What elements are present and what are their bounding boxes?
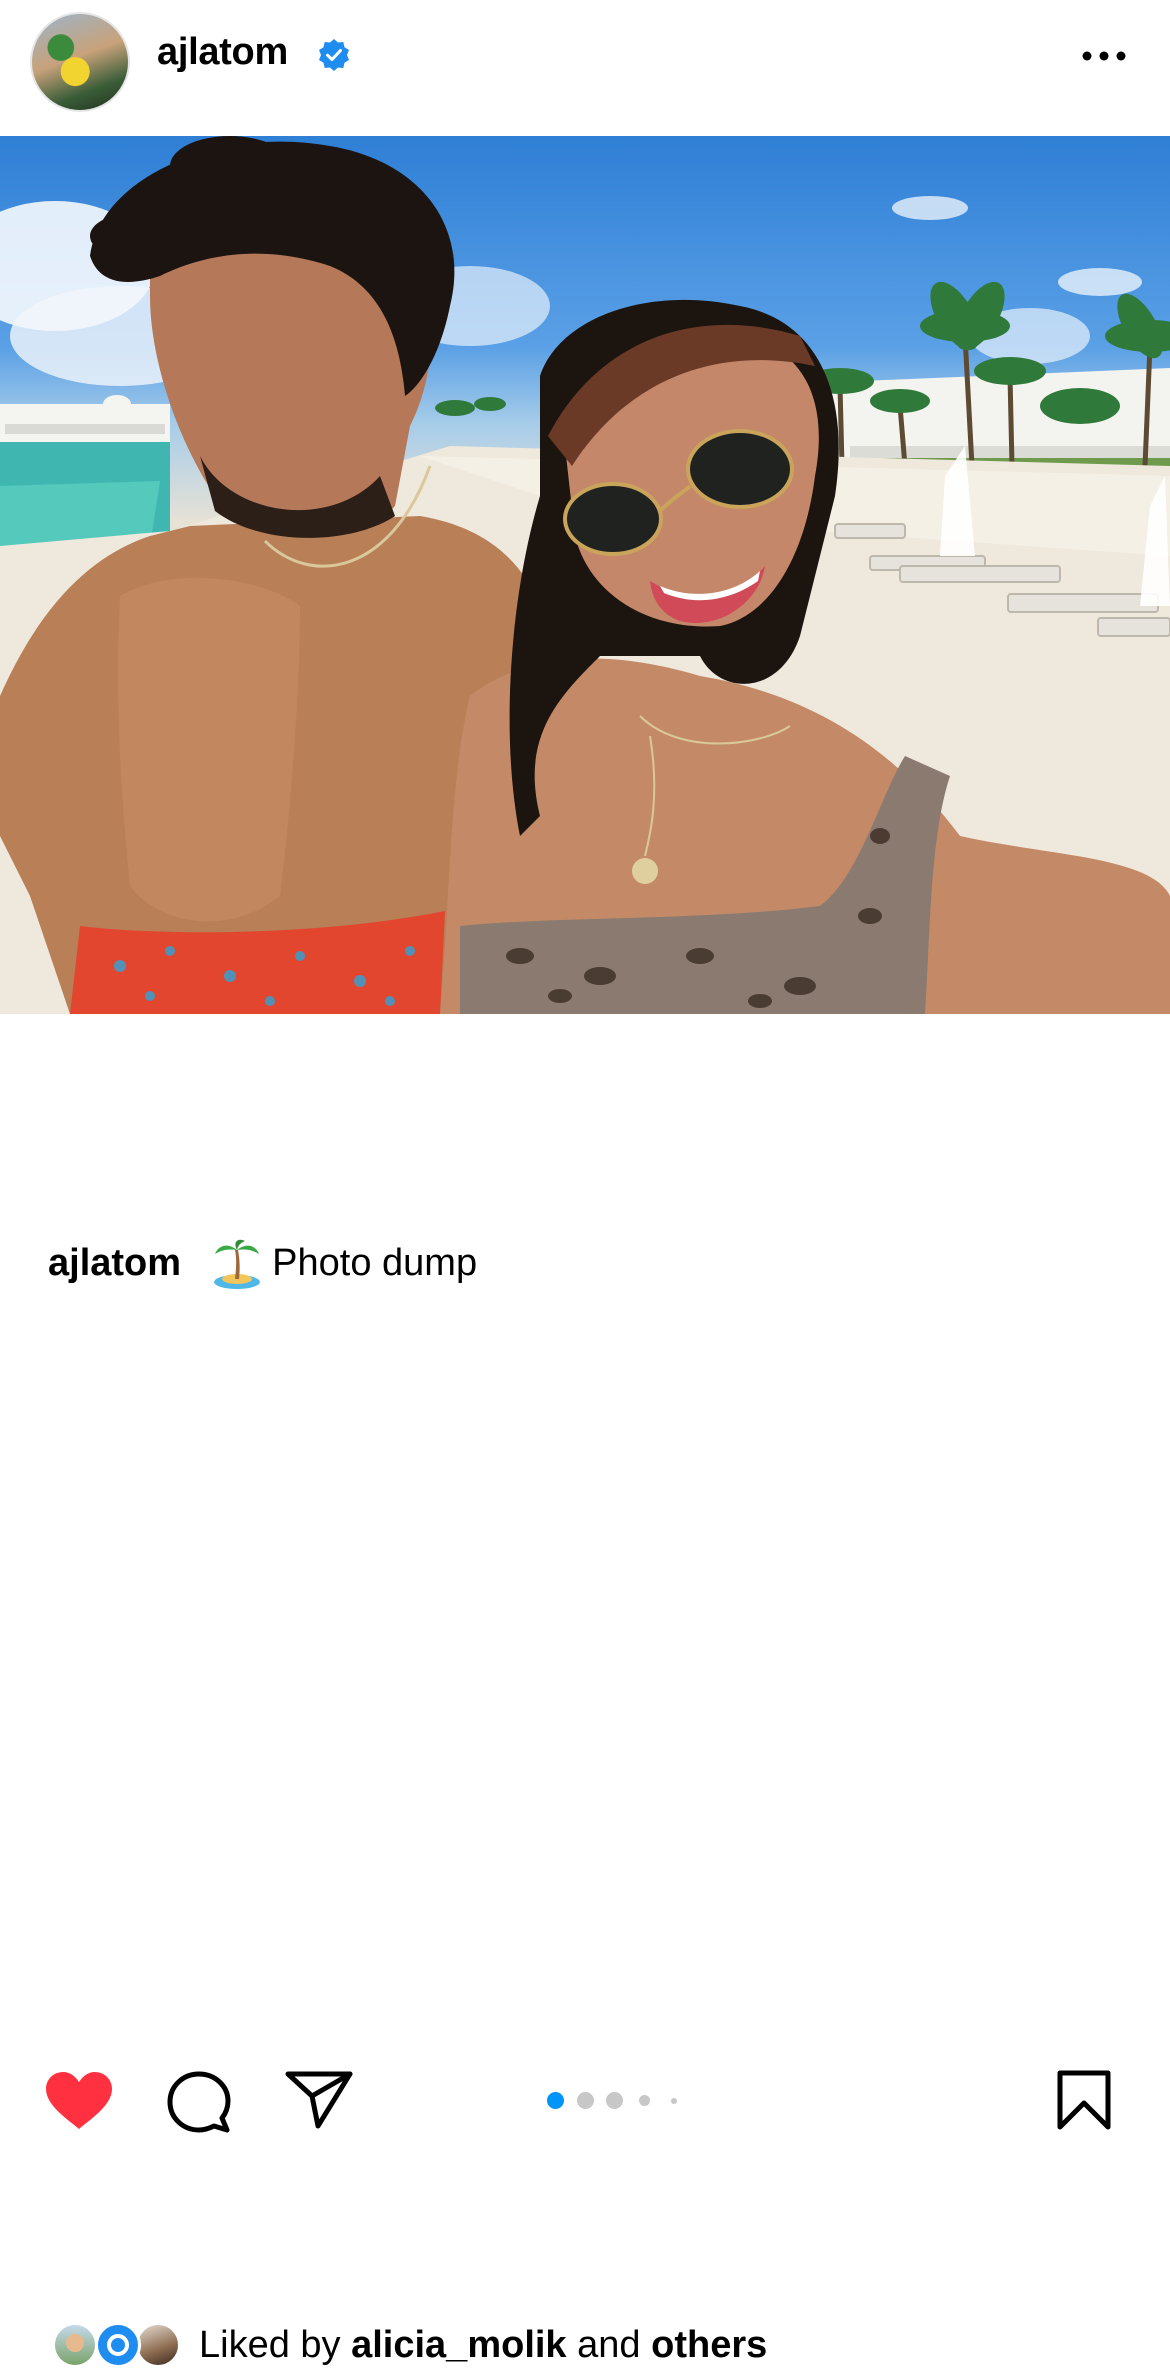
- like-heart-icon[interactable]: [44, 2071, 114, 2131]
- carousel-dot: [671, 2098, 677, 2104]
- more-options-icon[interactable]: [1081, 50, 1127, 62]
- liker-avatar: [135, 2322, 181, 2368]
- liker-username[interactable]: alicia_molik: [351, 2324, 566, 2366]
- comment-bubble-icon[interactable]: [166, 2071, 232, 2133]
- likes-joiner: and: [577, 2324, 641, 2366]
- post-photo[interactable]: [0, 136, 1170, 1014]
- carousel-indicator: [545, 2090, 685, 2110]
- beach-selfie-illustration: [0, 136, 1170, 1014]
- likes-row[interactable]: Liked by alicia_molik and others: [0, 1158, 1170, 2368]
- liker-avatar: [52, 2322, 98, 2368]
- save-bookmark-icon[interactable]: [1055, 2069, 1113, 2131]
- share-paper-plane-icon[interactable]: [284, 2068, 354, 2130]
- post-header: ajlatom: [0, 0, 1170, 136]
- verified-badge-icon: [319, 39, 349, 71]
- user-avatar[interactable]: [30, 12, 130, 112]
- carousel-dot: [639, 2095, 650, 2106]
- caption-text: Photo dump: [272, 1242, 478, 1284]
- carousel-dot: [606, 2092, 623, 2109]
- carousel-dot: [577, 2092, 594, 2109]
- liker-avatar: [95, 2322, 141, 2368]
- palm-island-emoji-icon: [214, 1239, 260, 1289]
- post-username[interactable]: ajlatom: [157, 31, 288, 74]
- liker-logo-icon: [107, 2334, 129, 2356]
- likes-prefix: Liked by: [199, 2324, 341, 2366]
- likes-summary: Liked by alicia_molik and others: [199, 2324, 767, 2367]
- post-caption: ajlatom Photo dump: [48, 1242, 477, 1285]
- carousel-dot-active: [547, 2092, 564, 2109]
- caption-username[interactable]: ajlatom: [48, 1242, 181, 1284]
- likes-others-link[interactable]: others: [651, 2324, 767, 2366]
- post-actions: [0, 1014, 1170, 2133]
